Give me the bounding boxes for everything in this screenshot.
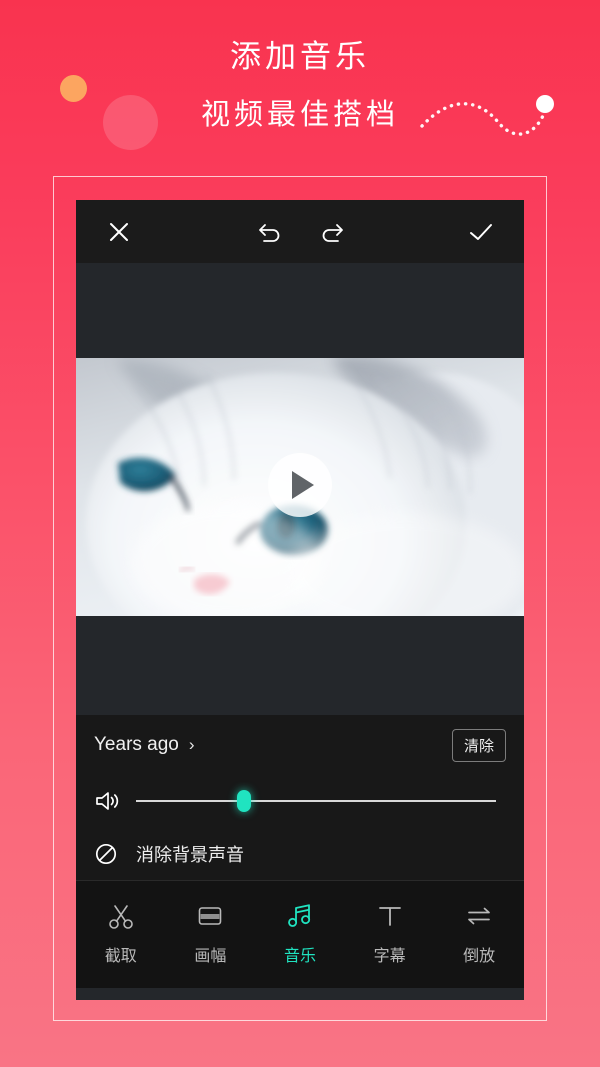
chevron-right-icon: › [188,735,195,754]
promo-title: 添加音乐 [230,39,370,74]
play-icon [291,471,314,499]
undo-icon [259,223,280,242]
editor-tab-bar: 截取 画幅 音乐 字幕 倒放 [76,880,524,988]
reverse-arrows-icon [464,901,494,931]
ban-icon [95,843,117,865]
tab-music[interactable]: 音乐 [255,901,345,966]
tab-frame[interactable]: 画幅 [166,901,256,966]
track-name-label: Years ago [94,734,179,755]
redo-icon [322,223,343,242]
undo-button[interactable] [243,200,297,263]
track-selector[interactable]: Years ago › [94,734,195,756]
promo-subtitle: 视频最佳搭档 [200,99,399,131]
mute-background-audio-row[interactable]: 消除背景声音 [76,828,524,880]
text-t-icon [375,901,405,931]
tab-subtitle-label: 字幕 [373,948,406,965]
tab-music-label: 音乐 [283,948,316,965]
volume-icon [96,792,119,810]
clear-music-button[interactable]: 清除 [451,728,506,762]
music-note-icon [285,901,315,931]
volume-slider-thumb[interactable] [237,790,251,812]
phone-screen: Years ago › 清除 消除背景声音 截取 画幅 音乐 字幕 倒放 [76,200,524,1000]
tab-trim[interactable]: 截取 [76,901,166,966]
scissors-icon [106,901,136,931]
tab-trim-label: 截取 [104,948,137,965]
close-icon [110,222,128,241]
selected-track-row: Years ago › 清除 [76,716,524,774]
redo-button[interactable] [305,200,359,263]
music-control-panel: Years ago › 清除 消除背景声音 [76,715,524,880]
volume-slider[interactable] [136,790,496,812]
tab-frame-label: 画幅 [194,948,227,965]
editor-top-bar [76,200,524,263]
tab-reverse-label: 倒放 [463,948,496,965]
promo-headline: 添加音乐 视频最佳搭档 [0,34,600,138]
volume-row [76,774,524,828]
confirm-button[interactable] [452,200,510,263]
check-icon [470,223,492,240]
tab-subtitle[interactable]: 字幕 [345,901,435,966]
video-preview-stage [76,263,524,715]
mute-background-audio-label: 消除背景声音 [136,845,244,865]
tab-reverse[interactable]: 倒放 [434,901,524,966]
play-button[interactable] [268,453,332,517]
frame-icon [195,901,225,931]
close-button[interactable] [90,200,148,263]
